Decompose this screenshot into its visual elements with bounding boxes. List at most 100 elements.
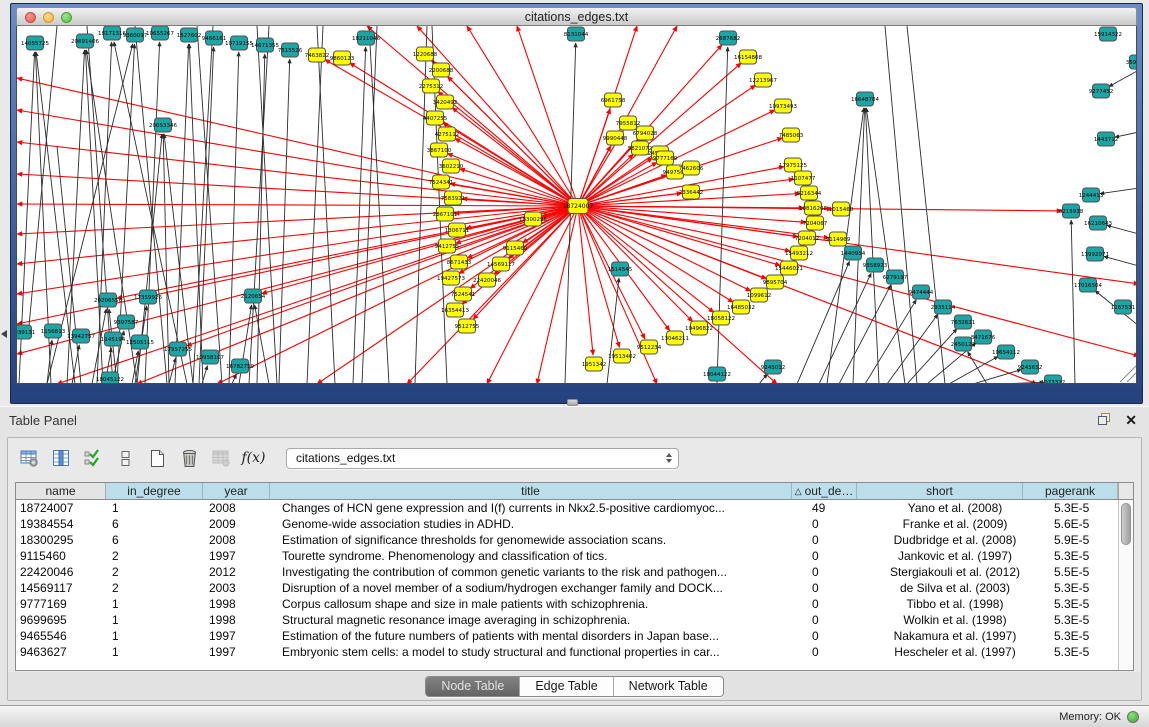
graph-node[interactable]: 9860123: [330, 51, 355, 65]
graph-node[interactable]: 20691406: [71, 34, 99, 48]
graph-node[interactable]: 14671355: [251, 38, 279, 52]
graph-node[interactable]: 13046211: [661, 331, 689, 345]
graph-node[interactable]: 14569117: [487, 257, 515, 271]
graph-node[interactable]: 3591402: [1126, 55, 1137, 69]
graph-node[interactable]: 9777169: [653, 151, 678, 165]
new-document-icon[interactable]: [144, 445, 171, 472]
graph-node[interactable]: 17359926: [134, 290, 162, 304]
graph-node[interactable]: 15914322: [1094, 27, 1122, 41]
graph-node[interactable]: 10816208: [799, 201, 827, 215]
graph-node[interactable]: 1951342: [582, 357, 607, 371]
close-window-button[interactable]: [25, 12, 36, 23]
graph-node[interactable]: 13992971: [1081, 247, 1109, 261]
graph-node[interactable]: 2120654: [241, 289, 266, 303]
graph-node[interactable]: 13942757: [67, 329, 95, 343]
zoom-window-button[interactable]: [61, 12, 72, 23]
graph-node[interactable]: 17975125: [779, 158, 807, 172]
graph-node[interactable]: 7524541: [451, 287, 476, 301]
graph-node[interactable]: 8131044: [564, 27, 589, 41]
table-row[interactable]: 977716911998Corpus callosum shape and si…: [16, 596, 1133, 612]
column-header-title[interactable]: title: [270, 483, 792, 499]
graph-node[interactable]: 16210643: [1084, 216, 1112, 230]
graph-node[interactable]: 6794028: [633, 126, 658, 140]
graph-node[interactable]: 9358923: [863, 258, 888, 272]
graph-node[interactable]: 15493212: [785, 246, 813, 260]
graph-node[interactable]: 15446021: [775, 261, 803, 275]
graph-node[interactable]: 9245012: [761, 360, 786, 374]
graph-node[interactable]: 2687682: [716, 31, 741, 45]
graph-node[interactable]: 6961758: [601, 93, 626, 107]
graph-node[interactable]: 9277452: [1089, 84, 1114, 98]
tab-node-table[interactable]: Node Table: [426, 677, 520, 696]
graph-node[interactable]: 17016504: [1074, 278, 1102, 292]
graph-node[interactable]: 7485063: [779, 128, 804, 142]
canvas-resize-grip-icon[interactable]: [1120, 366, 1136, 382]
graph-node[interactable]: 2867101: [433, 207, 458, 221]
table-row[interactable]: 946362711997Embryonic stem cells: a mode…: [16, 644, 1133, 660]
graph-node[interactable]: 18058122: [707, 311, 735, 325]
column-header-year[interactable]: year: [203, 483, 270, 499]
table-row[interactable]: 946554611997Estimation of the future num…: [16, 628, 1133, 644]
table-scrollbar[interactable]: [1118, 500, 1133, 670]
graph-node[interactable]: 1073312: [1041, 375, 1066, 384]
graph-node[interactable]: 16354413: [441, 303, 469, 317]
graph-node[interactable]: 1306711: [445, 223, 470, 237]
column-header-short[interactable]: short: [857, 483, 1023, 499]
minimize-window-button[interactable]: [43, 12, 54, 23]
table-row[interactable]: 1456911722003Disruption of a novel membe…: [16, 580, 1133, 596]
select-column-icon[interactable]: [48, 445, 75, 472]
tab-network-table[interactable]: Network Table: [614, 677, 723, 696]
network-graph[interactable]: 1405572520691406181713169360097106552671…: [17, 26, 1137, 384]
graph-node[interactable]: 18045122: [96, 372, 124, 384]
graph-node[interactable]: 19513402: [608, 349, 636, 363]
network-canvas[interactable]: 1405572520691406181713169360097106552671…: [16, 26, 1137, 384]
table-row[interactable]: 1938455462009Genome-wide association stu…: [16, 516, 1133, 532]
table-settings-icon[interactable]: [16, 445, 43, 472]
scrollbar-thumb[interactable]: [1121, 503, 1131, 545]
graph-node[interactable]: 7632621: [951, 315, 976, 329]
column-header-pagerank[interactable]: pagerank: [1023, 483, 1118, 499]
graph-node[interactable]: 1939131: [17, 325, 35, 339]
row-height-icon[interactable]: [112, 445, 139, 472]
graph-node[interactable]: 16648784: [851, 92, 879, 106]
graph-node[interactable]: 3602210: [439, 159, 464, 173]
graph-node[interactable]: 7462606: [679, 161, 704, 175]
table-row[interactable]: 969969511998Structural magnetic resonanc…: [16, 612, 1133, 628]
graph-node[interactable]: 7204067: [803, 216, 828, 230]
graph-node[interactable]: 9512234: [637, 340, 662, 354]
graph-node[interactable]: 8671433: [447, 255, 472, 269]
graph-node[interactable]: 1514545: [608, 262, 633, 276]
graph-node[interactable]: 20053346: [149, 118, 177, 132]
graph-node[interactable]: 3867100: [427, 143, 452, 157]
graph-node[interactable]: 16154808: [734, 50, 762, 64]
graph-node[interactable]: 1440954: [841, 246, 866, 260]
graph-node[interactable]: 10654112: [992, 345, 1020, 359]
graph-node[interactable]: 8216344: [797, 186, 822, 200]
delete-table-icon[interactable]: [208, 445, 235, 472]
graph-node[interactable]: 1527602: [177, 28, 202, 42]
column-header-name[interactable]: name: [16, 483, 106, 499]
graph-node[interactable]: 10655267: [146, 26, 174, 40]
graph-node[interactable]: 1145194: [101, 332, 126, 346]
table-row[interactable]: 1830029562008Estimation of significance …: [16, 532, 1133, 548]
graph-node[interactable]: 6279197: [883, 270, 908, 284]
graph-node[interactable]: 9360097: [123, 28, 148, 42]
close-panel-icon[interactable]: ✕: [1125, 413, 1137, 427]
graph-node[interactable]: 10719155: [225, 36, 253, 50]
graph-node[interactable]: 4275112: [435, 127, 460, 141]
graph-node[interactable]: 7463822: [305, 48, 330, 62]
graph-node[interactable]: 9466161: [202, 31, 227, 45]
graph-node[interactable]: 1220688: [413, 47, 438, 61]
graph-node[interactable]: 1167531: [1111, 300, 1136, 314]
splitter-handle[interactable]: [567, 399, 578, 406]
graph-node[interactable]: 1099612: [747, 288, 772, 302]
graph-node[interactable]: 9512755: [455, 319, 480, 333]
graph-node[interactable]: 7204012: [795, 231, 820, 245]
graph-node[interactable]: 8471676: [971, 330, 996, 344]
graph-node[interactable]: 18044122: [703, 367, 731, 381]
graph-node[interactable]: 9990448: [603, 131, 628, 145]
column-header-in_degree[interactable]: in_degree: [106, 483, 203, 499]
graph-node[interactable]: 16485032: [727, 300, 755, 314]
graph-node[interactable]: 1244413: [1079, 188, 1104, 202]
graph-node[interactable]: 1443712: [1094, 132, 1119, 146]
